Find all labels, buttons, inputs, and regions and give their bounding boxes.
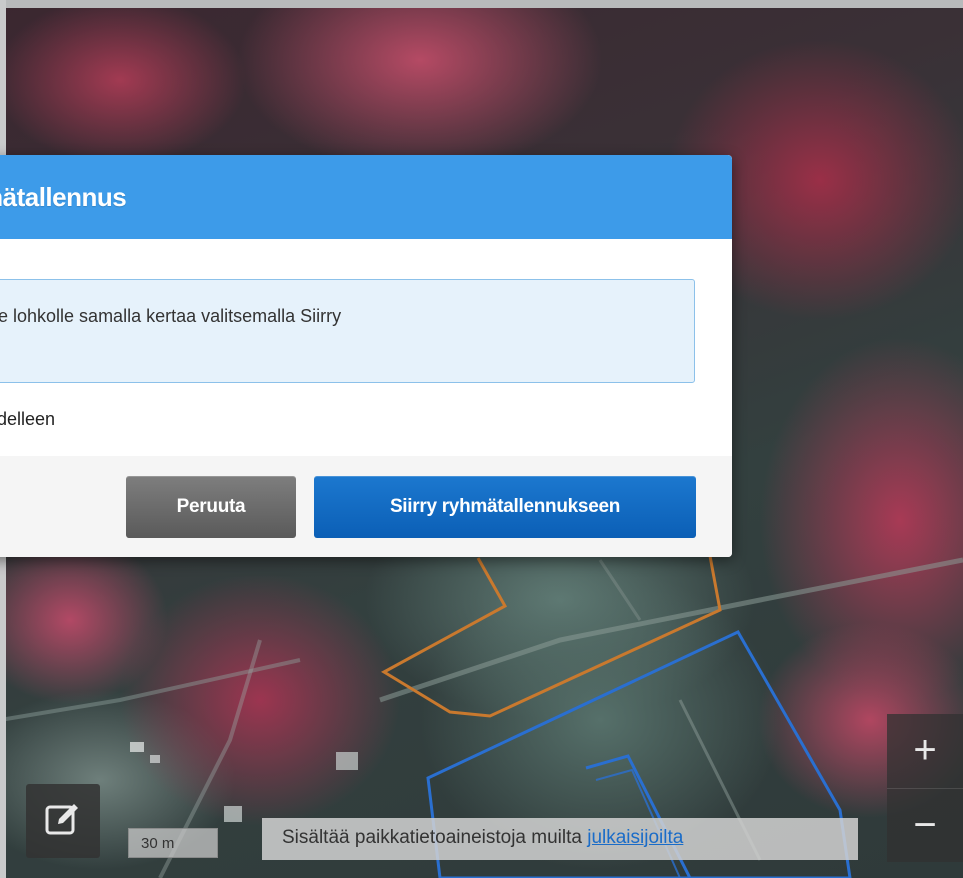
info-text: e lohkolle samalla kertaa valitsemalla S… xyxy=(0,306,342,326)
zoom-control: + − xyxy=(887,714,963,862)
dialog-footer: Peruuta Siirry ryhmätallennukseen xyxy=(0,456,732,557)
group-save-dialog: mätallennus e lohkolle samalla kertaa va… xyxy=(0,155,732,557)
info-box: e lohkolle samalla kertaa valitsemalla S… xyxy=(0,279,695,383)
go-to-group-save-button[interactable]: Siirry ryhmätallennukseen xyxy=(314,476,696,538)
attribution-text-wrapper: Sisältää paikkatietoaineistoja muilta ju… xyxy=(282,827,683,849)
edit-icon xyxy=(44,800,82,843)
parcel-outline-orange xyxy=(380,555,722,718)
zoom-in-button[interactable]: + xyxy=(887,714,963,786)
zoom-out-button[interactable]: − xyxy=(887,788,963,861)
dialog-title: mätallennus xyxy=(0,182,127,212)
scale-bar: 30 m xyxy=(128,828,218,858)
window-top-border xyxy=(0,0,963,8)
edit-button[interactable] xyxy=(26,784,100,858)
attribution-link[interactable]: julkaisijoilta xyxy=(587,827,683,848)
cancel-button[interactable]: Peruuta xyxy=(126,476,296,538)
map-application: mätallennus e lohkolle samalla kertaa va… xyxy=(0,0,963,878)
attribution-text: Sisältää paikkatietoaineistoja muilta xyxy=(282,827,588,848)
dialog-body-text: delleen xyxy=(0,409,56,429)
scale-label: 30 m xyxy=(141,835,175,852)
dialog-header: mätallennus xyxy=(0,155,732,239)
attribution: Sisältää paikkatietoaineistoja muilta ju… xyxy=(262,818,858,860)
